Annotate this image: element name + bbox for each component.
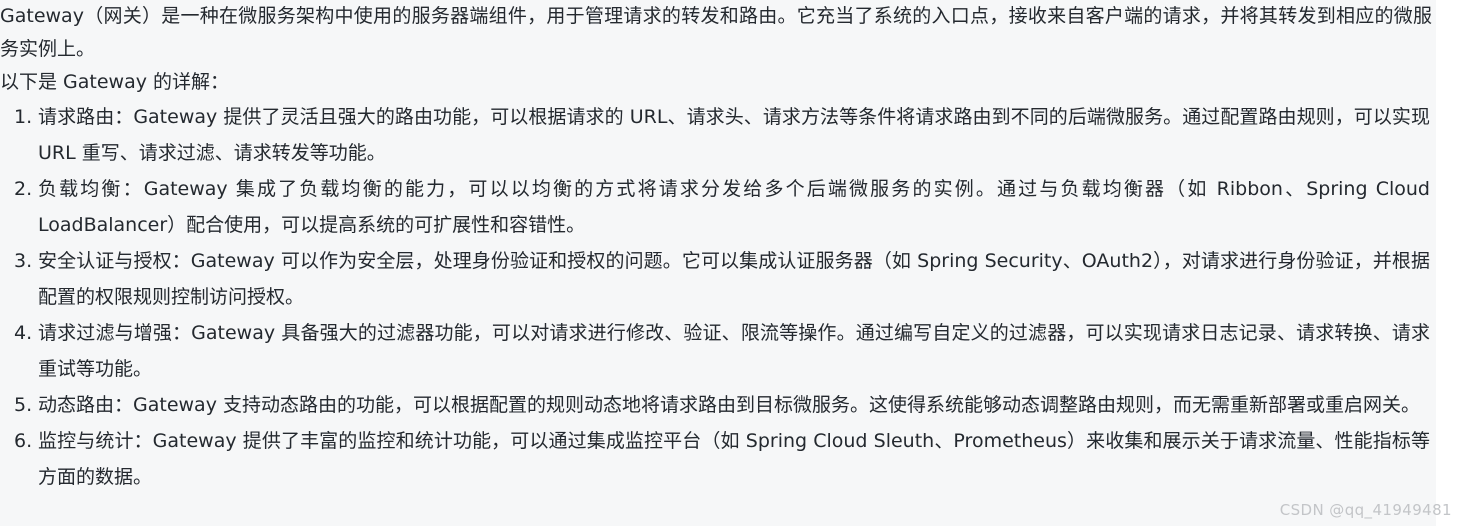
list-item: 请求路由：Gateway 提供了灵活且强大的路由功能，可以根据请求的 URL、请… [0, 99, 1436, 171]
list-item-text: 监控与统计：Gateway 提供了丰富的监控和统计功能，可以通过集成监控平台（如… [38, 430, 1430, 488]
list-item: 安全认证与授权：Gateway 可以作为安全层，处理身份验证和授权的问题。它可以… [0, 243, 1436, 315]
lead-in-line: 以下是 Gateway 的详解： [0, 71, 230, 93]
list-item-text: 安全认证与授权：Gateway 可以作为安全层，处理身份验证和授权的问题。它可以… [38, 250, 1430, 308]
list-item-text: 请求过滤与增强：Gateway 具备强大的过滤器功能，可以对请求进行修改、验证、… [38, 322, 1430, 380]
list-item: 监控与统计：Gateway 提供了丰富的监控和统计功能，可以通过集成监控平台（如… [0, 423, 1436, 495]
list-item-text: 动态路由：Gateway 支持动态路由的功能，可以根据配置的规则动态地将请求路由… [38, 394, 1420, 416]
intro-paragraph: Gateway（网关）是一种在微服务架构中使用的服务器端组件，用于管理请求的转发… [0, 5, 1432, 60]
list-item-text: 负载均衡：Gateway 集成了负载均衡的能力，可以以均衡的方式将请求分发给多个… [38, 178, 1430, 236]
article-page: Gateway（网关）是一种在微服务架构中使用的服务器端组件，用于管理请求的转发… [0, 0, 1464, 526]
list-item: 请求过滤与增强：Gateway 具备强大的过滤器功能，可以对请求进行修改、验证、… [0, 315, 1436, 387]
list-item-text: 请求路由：Gateway 提供了灵活且强大的路由功能，可以根据请求的 URL、请… [38, 106, 1430, 164]
list-item: 负载均衡：Gateway 集成了负载均衡的能力，可以以均衡的方式将请求分发给多个… [0, 171, 1436, 243]
csdn-watermark: CSDN @qq_41949481 [1279, 501, 1452, 519]
article-content-pane: Gateway（网关）是一种在微服务架构中使用的服务器端组件，用于管理请求的转发… [0, 0, 1436, 526]
list-item: 动态路由：Gateway 支持动态路由的功能，可以根据配置的规则动态地将请求路由… [0, 387, 1436, 423]
gateway-feature-list: 请求路由：Gateway 提供了灵活且强大的路由功能，可以根据请求的 URL、请… [0, 99, 1436, 495]
